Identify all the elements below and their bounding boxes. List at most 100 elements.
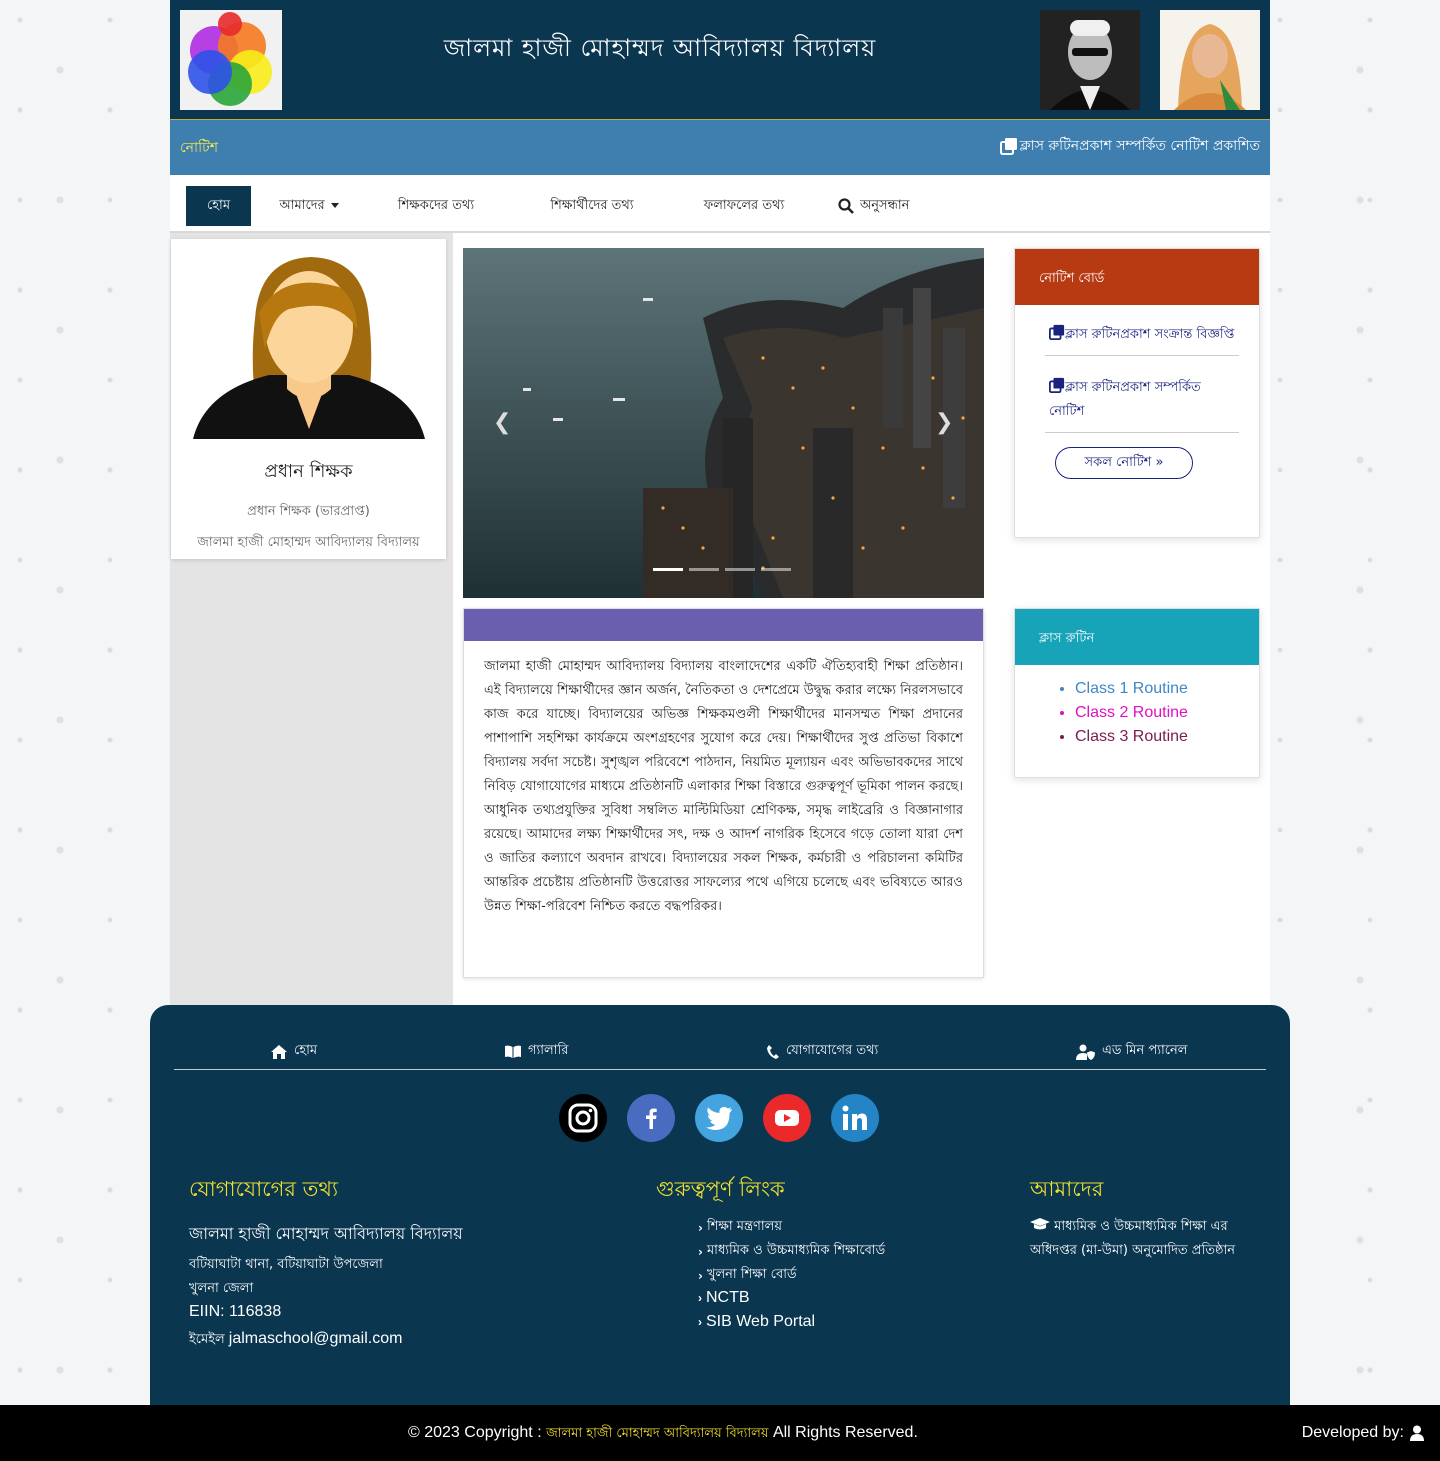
footer-link-gallery-label: গ্যালারি (528, 1043, 569, 1058)
about-text: জালমা হাজী মোহাম্মদ আবিদ্যালয় বিদ্যালয়… (484, 659, 963, 914)
head-teacher-name: প্রধান শিক্ষক (264, 461, 353, 482)
copy-icon (1049, 377, 1065, 393)
school-logo[interactable] (180, 10, 282, 110)
carousel-indicator[interactable] (653, 568, 683, 571)
nav-result[interactable]: ফলাফলের তথ্য (698, 186, 790, 226)
nav-teachers[interactable]: শিক্ষকদের তথ্য (386, 186, 486, 226)
nav-home[interactable]: হোম (186, 186, 251, 226)
footer-school-name: জালমা হাজী মোহাম্মদ আবিদ্যালয় বিদ্যালয় (189, 1224, 463, 1243)
facebook-icon[interactable] (627, 1094, 675, 1142)
footer-link-contact[interactable]: যোগাযোগের তথ্য (766, 1041, 878, 1062)
social-links (559, 1094, 879, 1142)
notice-board-title: নোটিশ বোর্ড (1015, 249, 1259, 305)
footer-district: খুলনা জেলা (189, 1281, 254, 1296)
carousel-prev-icon[interactable]: ❮ (493, 410, 511, 435)
page-container: জালমা হাজী মোহাম্মদ আবিদ্যালয় বিদ্যালয় (170, 0, 1270, 1005)
footer-quick-heading: গুরুত্বপূর্ণ লিংক (656, 1177, 785, 1201)
linkedin-icon[interactable] (831, 1094, 879, 1142)
head-teacher-role: প্রধান শিক্ষক (ভারপ্রাপ্ত) (247, 504, 370, 519)
quick-link-label: মাধ্যমিক ও উচ্চমাধ্যমিক শিক্ষাবোর্ড (706, 1243, 886, 1258)
chevron-right-icon: › (698, 1268, 703, 1283)
twitter-icon[interactable] (695, 1094, 743, 1142)
class-routine-title: ক্লাস রুটিন (1015, 609, 1259, 665)
notice-ticker-text: ক্লাস রুটিনপ্রকাশ সম্পর্কিত নোটিশ প্রকাশ… (1019, 138, 1260, 154)
user-icon[interactable] (1410, 1425, 1424, 1441)
routine-list: Class 1 Routine Class 2 Routine Class 3 … (1015, 665, 1259, 749)
footer-about-text-body: মাধ্যমিক ও উচ্চমাধ্যমিক শিক্ষা এর অধিদপ্… (1030, 1219, 1235, 1258)
footer-email-row: ইমেইল jalmaschool@gmail.com (189, 1330, 402, 1351)
nav-search[interactable]: অনুসন্ধান (838, 186, 922, 226)
about-card-header (464, 609, 983, 641)
home-icon (271, 1044, 287, 1059)
footer-eiin: EIIN: 116838 (189, 1303, 282, 1320)
portrait-right (1160, 10, 1260, 110)
footer-link-home[interactable]: হোম (270, 1041, 317, 1062)
footer-contact-heading: যোগাযোগের তথ্য (189, 1177, 339, 1201)
carousel-next-icon[interactable]: ❯ (935, 410, 953, 435)
copyright-bar: © 2023 Copyright : জালমা হাজী মোহাম্মদ আ… (0, 1405, 1440, 1461)
image-carousel[interactable]: ❮ ❯ (463, 248, 984, 598)
notice-item[interactable]: ক্লাস রুটিনপ্রকাশ সংক্রান্ত বিজ্ঞপ্তি (1045, 317, 1239, 356)
copyright-school-link[interactable]: জালমা হাজী মোহাম্মদ আবিদ্যালয় বিদ্যালয় (546, 1426, 768, 1441)
quick-link-label: SIB Web Portal (706, 1313, 816, 1330)
footer-link-gallery[interactable]: গ্যালারি (504, 1041, 568, 1062)
left-column: প্রধান শিক্ষক প্রধান শিক্ষক (ভারপ্রাপ্ত)… (170, 233, 453, 1005)
avatar (192, 257, 425, 439)
quick-link[interactable]: › মাধ্যমিক ও উচ্চমাধ্যমিক শিক্ষাবোর্ড (698, 1241, 885, 1262)
carousel-indicators (653, 568, 791, 571)
instagram-icon[interactable] (559, 1094, 607, 1142)
chevron-right-icon: › (698, 1220, 703, 1235)
main-nav: হোম আমাদের শিক্ষকদের তথ্য শিক্ষার্থীদের … (170, 175, 1270, 233)
caret-down-icon (330, 203, 339, 208)
notice-item-text: ক্লাস রুটিনপ্রকাশ সংক্রান্ত বিজ্ঞপ্তি (1065, 327, 1235, 342)
quick-link[interactable]: › খুলনা শিক্ষা বোর্ড (698, 1265, 797, 1286)
footer-link-admin[interactable]: এড মিন প্যানেল (1076, 1041, 1187, 1062)
youtube-icon[interactable] (763, 1094, 811, 1142)
footer-email-link[interactable]: jalmaschool@gmail.com (229, 1330, 403, 1347)
head-teacher-school: জালমা হাজী মোহাম্মদ আবিদ্যালয় বিদ্যালয় (197, 535, 420, 550)
footer-nav: হোম গ্যালারি যোগাযোগের তথ্য এড মিন প্যান… (174, 1033, 1266, 1070)
quick-link[interactable]: › NCTB (698, 1289, 750, 1307)
chevron-right-icon: › (698, 1291, 702, 1305)
footer-link-admin-label: এড মিন প্যানেল (1102, 1043, 1188, 1058)
notice-ticker[interactable]: ক্লাস রুটিনপ্রকাশ সম্পর্কিত নোটিশ প্রকাশ… (999, 134, 1260, 158)
phone-volume-icon (767, 1044, 779, 1059)
copyright-prefix: © 2023 Copyright : (408, 1424, 542, 1441)
site-footer: হোম গ্যালারি যোগাযোগের তথ্য এড মিন প্যান… (150, 1005, 1290, 1405)
footer-about-text: মাধ্যমিক ও উচ্চমাধ্যমিক শিক্ষা এর অধিদপ্… (1030, 1215, 1250, 1263)
notice-list: ক্লাস রুটিনপ্রকাশ সংক্রান্ত বিজ্ঞপ্তি ক্… (1015, 305, 1259, 433)
search-icon (838, 198, 854, 214)
notice-item[interactable]: ক্লাস রুটিনপ্রকাশ সম্পর্কিত নোটিশ (1045, 370, 1239, 433)
copy-icon (1049, 324, 1065, 340)
carousel-indicator[interactable] (725, 568, 755, 571)
developer-credit: Developed by: (1302, 1424, 1424, 1442)
book-icon (505, 1045, 521, 1058)
quick-link-label: খুলনা শিক্ষা বোর্ড (706, 1267, 797, 1282)
footer-about-heading: আমাদের (1030, 1177, 1104, 1201)
nav-students[interactable]: শিক্ষার্থীদের তথ্য (530, 186, 654, 226)
chevron-right-icon: › (698, 1244, 703, 1259)
quick-link-label: NCTB (706, 1289, 750, 1306)
quick-link[interactable]: › SIB Web Portal (698, 1313, 815, 1331)
routine-link-class-1[interactable]: Class 1 Routine (1075, 677, 1259, 701)
nav-about-dropdown[interactable]: আমাদের (278, 186, 340, 226)
routine-link-class-3[interactable]: Class 3 Routine (1075, 725, 1259, 749)
user-shield-icon (1076, 1044, 1095, 1060)
all-notices-button[interactable]: সকল নোটিশ » (1055, 447, 1193, 479)
notice-board-card: নোটিশ বোর্ড ক্লাস রুটিনপ্রকাশ সংক্রান্ত … (1014, 248, 1260, 538)
notice-ticker-bar: নোটিশ ক্লাস রুটিনপ্রকাশ সম্পর্কিত নোটিশ … (170, 119, 1270, 175)
routine-link-class-2[interactable]: Class 2 Routine (1075, 701, 1259, 725)
notice-label: নোটিশ (180, 140, 219, 156)
quick-link-label: শিক্ষা মন্ত্রণালয় (706, 1219, 783, 1234)
class-routine-card: ক্লাস রুটিন Class 1 Routine Class 2 Rout… (1014, 608, 1260, 778)
carousel-indicator[interactable] (761, 568, 791, 571)
carousel-indicator[interactable] (689, 568, 719, 571)
portrait-left (1040, 10, 1140, 110)
footer-link-home-label: হোম (294, 1043, 318, 1058)
nav-search-label: অনুসন্ধান (860, 198, 910, 213)
footer-email-label: ইমেইল (189, 1332, 225, 1347)
nav-about-label: আমাদের (279, 198, 325, 213)
copy-icon (999, 138, 1017, 155)
copyright-text: © 2023 Copyright : জালমা হাজী মোহাম্মদ আ… (408, 1424, 918, 1445)
quick-link[interactable]: › শিক্ষা মন্ত্রণালয় (698, 1217, 782, 1238)
